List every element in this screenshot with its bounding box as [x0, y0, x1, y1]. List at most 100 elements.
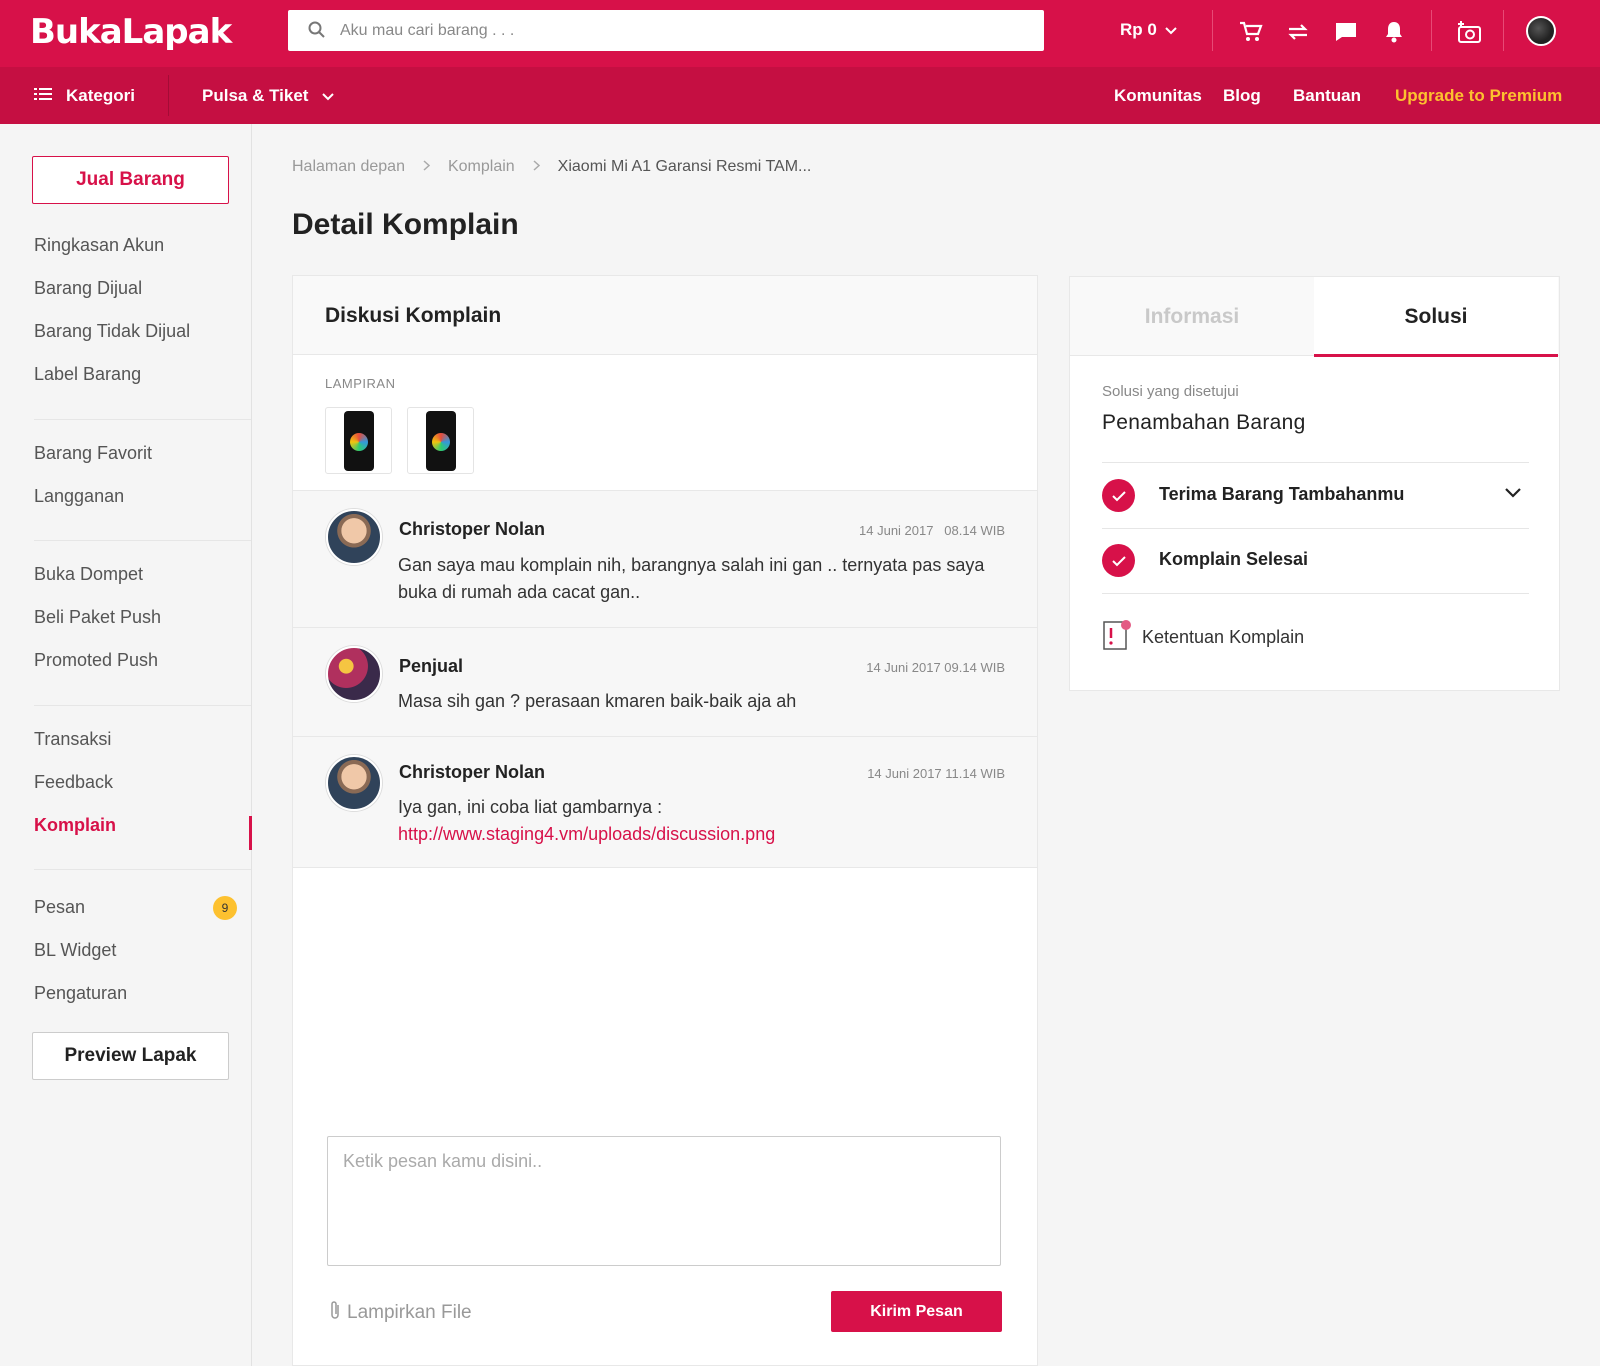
pesan-count-badge: 9 — [213, 896, 237, 920]
message-link[interactable]: http://www.staging4.vm/uploads/discussio… — [398, 821, 988, 848]
breadcrumb-komplain[interactable]: Komplain — [448, 158, 515, 176]
breadcrumb-current: Xiaomi Mi A1 Garansi Resmi TAM... — [557, 158, 812, 175]
chevron-right-icon — [533, 158, 540, 176]
step-komplain-selesai: Komplain Selesai — [1102, 528, 1529, 592]
divider — [1212, 10, 1213, 51]
step-terima-barang[interactable]: Terima Barang Tambahanmu — [1102, 463, 1529, 527]
sidebar-item-langganan[interactable]: Langganan — [34, 486, 124, 507]
nav-upgrade-premium[interactable]: Upgrade to Premium — [1395, 67, 1562, 124]
sidebar-item-beli-paket-push[interactable]: Beli Paket Push — [34, 607, 161, 628]
nav-bantuan[interactable]: Bantuan — [1293, 67, 1361, 124]
cart-icon[interactable] — [1238, 19, 1264, 45]
divider — [1503, 10, 1504, 51]
bukalapak-logo[interactable]: BukaLapak — [30, 12, 232, 52]
message-item: Penjual 14 Juni 2017 09.14 WIB Masa sih … — [293, 627, 1037, 736]
tab-solusi[interactable]: Solusi — [1314, 277, 1558, 357]
discussion-header: Diskusi Komplain — [293, 276, 1037, 355]
document-alert-icon — [1102, 619, 1132, 656]
chat-icon[interactable] — [1333, 19, 1359, 45]
sidebar-item-barang-favorit[interactable]: Barang Favorit — [34, 443, 152, 464]
jual-barang-button[interactable]: Jual Barang — [32, 156, 229, 204]
paperclip-icon — [329, 1300, 341, 1326]
check-icon — [1102, 479, 1135, 512]
solution-label: Solusi yang disetujui — [1102, 383, 1239, 400]
camera-add-icon[interactable] — [1456, 19, 1482, 45]
breadcrumb-home[interactable]: Halaman depan — [292, 158, 405, 176]
message-text: Iya gan, ini coba liat gambarnya : http:… — [398, 794, 988, 848]
balance-value: Rp 0 — [1120, 20, 1157, 39]
chevron-down-icon — [322, 67, 335, 124]
tab-bar: Informasi Solusi — [1070, 277, 1559, 357]
sidebar-item-komplain[interactable]: Komplain — [34, 815, 116, 836]
sidebar: Jual Barang Ringkasan Akun Barang Dijual… — [0, 124, 252, 1366]
sidebar-item-promoted-push[interactable]: Promoted Push — [34, 650, 158, 671]
message-author: Christoper Nolan — [399, 519, 546, 539]
step-label: Terima Barang Tambahanmu — [1159, 484, 1405, 504]
menu-icon — [34, 67, 52, 124]
sidebar-item-pengaturan[interactable]: Pengaturan — [34, 983, 127, 1004]
ketentuan-komplain-link[interactable]: Ketentuan Komplain — [1102, 619, 1304, 656]
page-title: Detail Komplain — [292, 208, 519, 241]
nav-komunitas[interactable]: Komunitas — [1114, 67, 1202, 124]
divider — [34, 540, 251, 541]
attachment-thumbnail[interactable] — [325, 407, 392, 474]
avatar — [326, 646, 382, 702]
discussion-title: Diskusi Komplain — [325, 304, 502, 327]
message-time: 14 Juni 2017 08.14 WIB — [859, 523, 1005, 538]
avatar — [326, 509, 382, 565]
attachment-thumbnail[interactable] — [407, 407, 474, 474]
tab-informasi[interactable]: Informasi — [1070, 277, 1314, 356]
message-item: Christoper Nolan 14 Juni 2017 11.14 WIB … — [293, 736, 1037, 868]
send-message-button[interactable]: Kirim Pesan — [831, 1291, 1002, 1332]
message-author: Christoper Nolan — [399, 762, 546, 782]
message-input[interactable] — [327, 1136, 1001, 1266]
avatar[interactable] — [1526, 16, 1556, 46]
nav-pulsa-tiket[interactable]: Pulsa & Tiket — [202, 67, 335, 124]
search-box — [288, 10, 1044, 51]
sidebar-item-ringkasan-akun[interactable]: Ringkasan Akun — [34, 235, 164, 256]
search-icon — [308, 21, 326, 44]
sidebar-item-pesan[interactable]: Pesan — [34, 897, 85, 918]
check-icon — [1102, 544, 1135, 577]
nav-kategori[interactable]: Kategori — [34, 67, 135, 124]
phone-image — [425, 410, 456, 471]
bell-icon[interactable] — [1381, 19, 1407, 45]
divider — [1102, 593, 1529, 594]
sidebar-item-barang-tidak-dijual[interactable]: Barang Tidak Dijual — [34, 321, 190, 342]
balance-dropdown[interactable]: Rp 0 — [1120, 20, 1177, 40]
phone-image — [343, 410, 374, 471]
top-bar: BukaLapak Rp 0 — [0, 0, 1600, 67]
divider — [1431, 10, 1432, 51]
sidebar-item-feedback[interactable]: Feedback — [34, 772, 113, 793]
nav-pulsa-label: Pulsa & Tiket — [202, 86, 309, 105]
breadcrumb: Halaman depan Komplain Xiaomi Mi A1 Gara… — [292, 158, 811, 176]
preview-lapak-button[interactable]: Preview Lapak — [32, 1032, 229, 1080]
search-input[interactable] — [340, 10, 1030, 51]
divider — [34, 869, 251, 870]
chevron-down-icon[interactable] — [1505, 485, 1521, 503]
discussion-panel: Diskusi Komplain LAMPIRAN Christoper Nol… — [292, 275, 1038, 1366]
sidebar-item-label-barang[interactable]: Label Barang — [34, 364, 141, 385]
divider — [34, 705, 251, 706]
chevron-right-icon — [423, 158, 431, 176]
sidebar-item-barang-dijual[interactable]: Barang Dijual — [34, 278, 142, 299]
message-time: 14 Juni 2017 09.14 WIB — [866, 660, 1005, 675]
ketentuan-komplain-label: Ketentuan Komplain — [1142, 627, 1305, 647]
chevron-down-icon — [1165, 20, 1177, 40]
solution-panel: Informasi Solusi Solusi yang disetujui P… — [1069, 276, 1560, 691]
divider — [34, 419, 251, 420]
message-item: Christoper Nolan 14 Juni 2017 08.14 WIB … — [293, 490, 1037, 627]
sidebar-item-bl-widget[interactable]: BL Widget — [34, 940, 116, 961]
message-text: Gan saya mau komplain nih, barangnya sal… — [398, 555, 985, 602]
attach-file-button[interactable]: Lampirkan File — [329, 1300, 472, 1326]
active-indicator — [249, 816, 252, 850]
sidebar-item-buka-dompet[interactable]: Buka Dompet — [34, 564, 143, 585]
nav-kategori-label: Kategori — [66, 86, 135, 105]
sidebar-item-transaksi[interactable]: Transaksi — [34, 729, 111, 750]
message-text: Masa sih gan ? perasaan kmaren baik-baik… — [398, 691, 797, 711]
transaction-icon[interactable] — [1285, 19, 1311, 45]
avatar — [326, 755, 382, 811]
attach-file-label: Lampirkan File — [347, 1302, 472, 1323]
nav-blog[interactable]: Blog — [1223, 67, 1261, 124]
step-label: Komplain Selesai — [1159, 549, 1309, 569]
